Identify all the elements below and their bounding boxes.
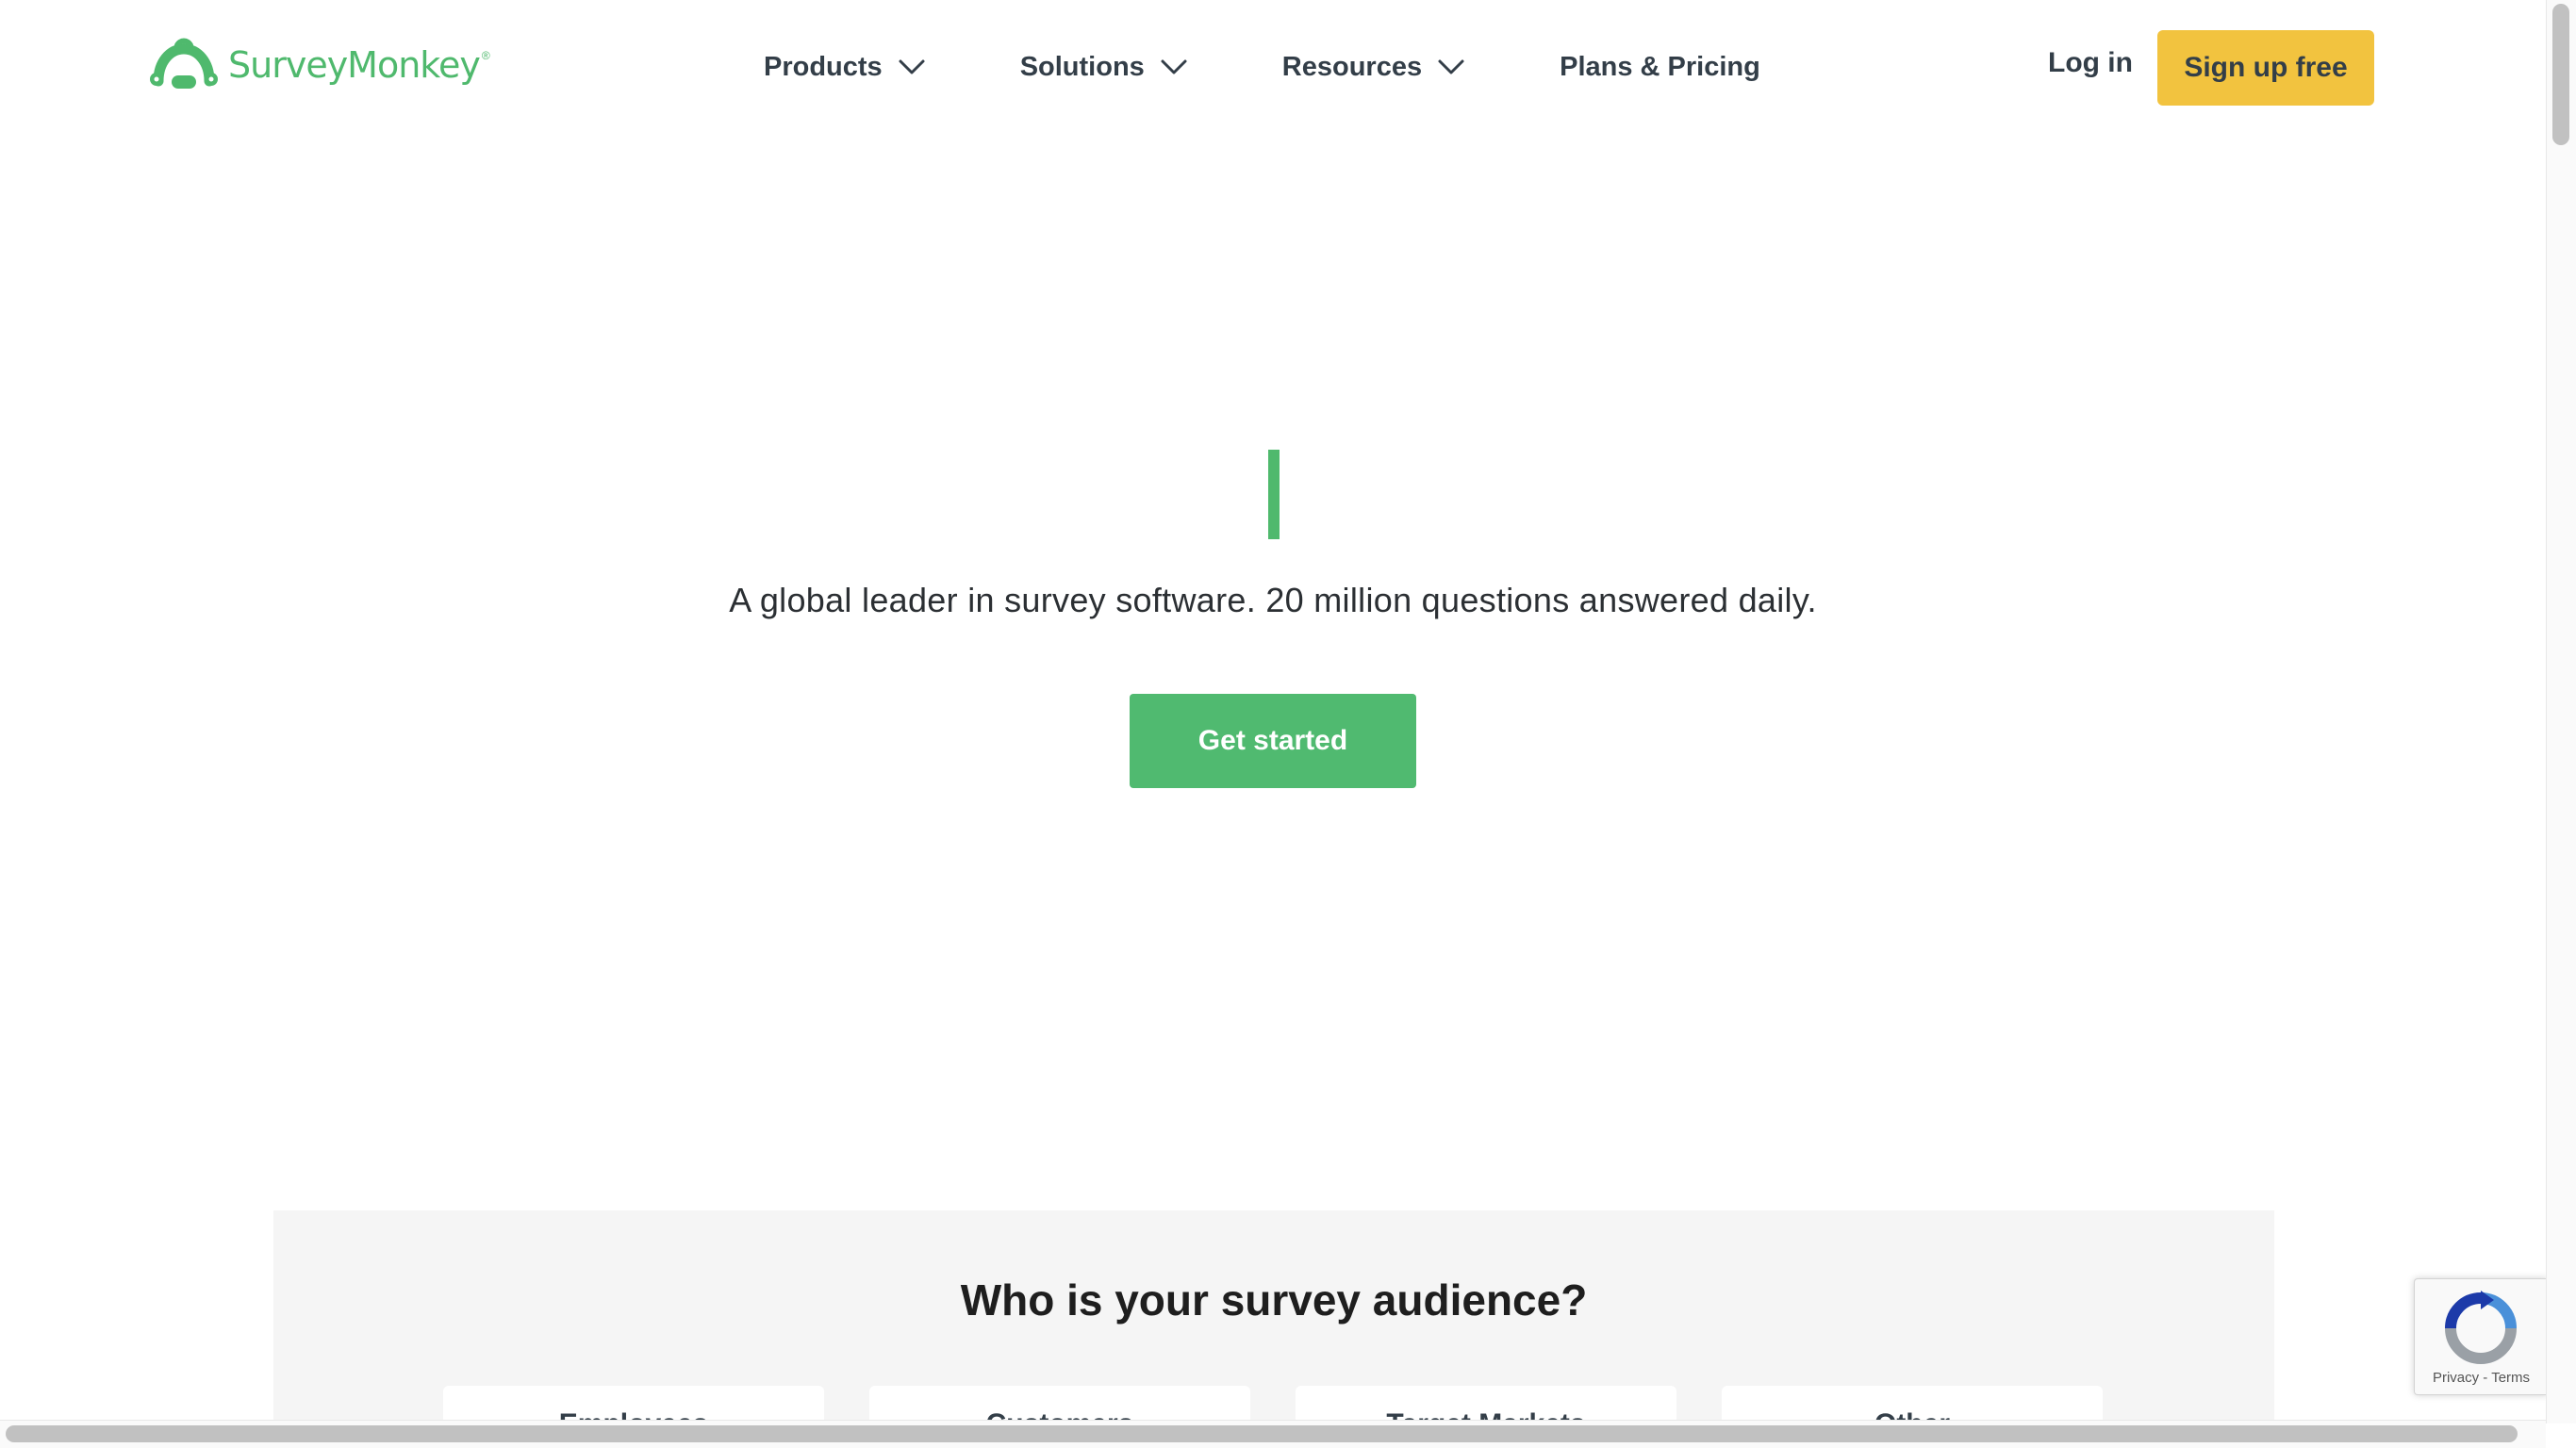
vertical-scrollbar-thumb[interactable] bbox=[2552, 4, 2569, 145]
logo-wordmark: SurveyMonkey bbox=[228, 44, 481, 86]
vertical-scrollbar[interactable] bbox=[2546, 0, 2576, 1423]
recaptcha-badge[interactable]: Privacy - Terms bbox=[2414, 1278, 2548, 1395]
nav-resources[interactable]: Resources bbox=[1282, 52, 1465, 83]
recaptcha-icon bbox=[2445, 1291, 2517, 1364]
recaptcha-terms-link[interactable]: Terms bbox=[2491, 1370, 2530, 1386]
chevron-down-icon bbox=[1438, 59, 1464, 74]
nav-solutions[interactable]: Solutions bbox=[1020, 52, 1188, 83]
hero-tagline: A global leader in survey software. 20 m… bbox=[729, 581, 1817, 619]
login-link[interactable]: Log in bbox=[2048, 47, 2133, 79]
nav-resources-label: Resources bbox=[1281, 51, 1423, 82]
audience-section: Who is your survey audience? Employees C… bbox=[273, 1210, 2274, 1448]
recaptcha-privacy-link[interactable]: Privacy bbox=[2433, 1370, 2479, 1386]
nav-solutions-label: Solutions bbox=[1019, 51, 1145, 82]
nav-plans-pricing[interactable]: Plans & Pricing bbox=[1560, 52, 1760, 83]
horizontal-scrollbar-thumb[interactable] bbox=[6, 1425, 2518, 1442]
chevron-down-icon bbox=[899, 59, 925, 74]
site-header: SurveyMonkey ® Products Solutions Resour… bbox=[0, 0, 2546, 136]
nav-products[interactable]: Products bbox=[764, 52, 926, 83]
nav-products-label: Products bbox=[764, 51, 883, 82]
monkey-logo-icon bbox=[150, 38, 218, 89]
registered-mark: ® bbox=[481, 49, 490, 62]
signup-button[interactable]: Sign up free bbox=[2157, 30, 2374, 106]
chevron-down-icon bbox=[1161, 59, 1187, 74]
page: SurveyMonkey ® Products Solutions Resour… bbox=[0, 0, 2576, 1448]
main-nav: Products Solutions Resources Plans & Pri… bbox=[764, 38, 1760, 96]
audience-title: Who is your survey audience? bbox=[960, 1275, 1588, 1325]
typing-cursor bbox=[1268, 450, 1280, 539]
recaptcha-separator: - bbox=[2479, 1370, 2492, 1386]
get-started-button[interactable]: Get started bbox=[1130, 694, 1416, 788]
surveymonkey-logo[interactable]: SurveyMonkey ® bbox=[149, 36, 490, 94]
recaptcha-links: Privacy - Terms bbox=[2415, 1370, 2548, 1386]
nav-plans-pricing-label: Plans & Pricing bbox=[1560, 51, 1760, 82]
